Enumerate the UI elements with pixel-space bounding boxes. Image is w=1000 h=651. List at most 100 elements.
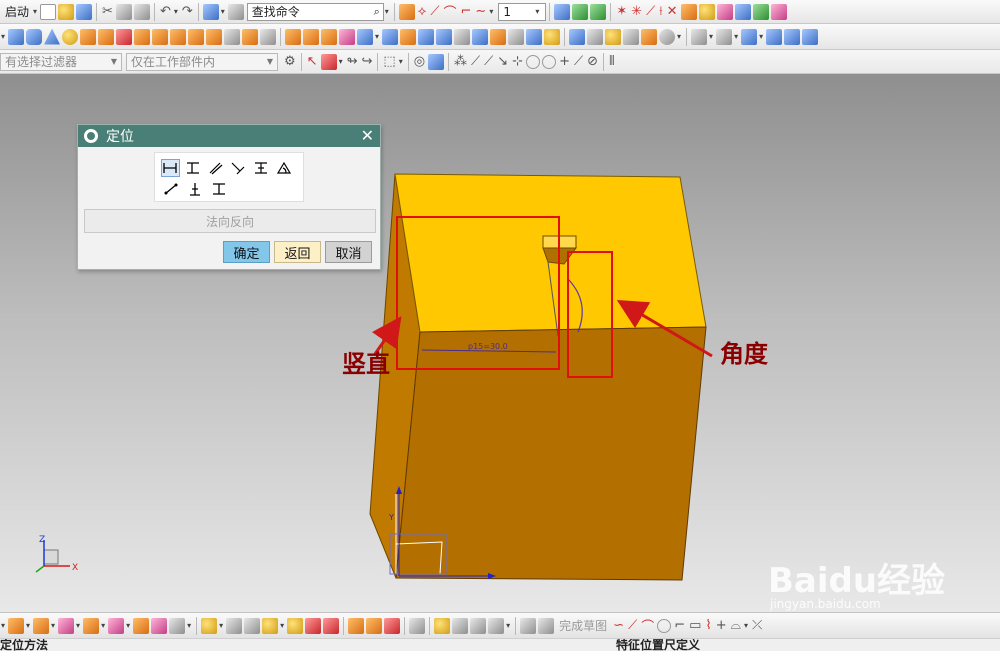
- spline-tool-button[interactable]: ∼: [474, 2, 487, 22]
- pocket-button[interactable]: [98, 27, 115, 47]
- chevron-down-icon[interactable]: ▾: [709, 32, 713, 41]
- chevron-down-icon[interactable]: ▾: [219, 621, 223, 630]
- chamfer-button[interactable]: [472, 27, 489, 47]
- select-feature-button[interactable]: ↖: [306, 52, 319, 72]
- chevron-down-icon[interactable]: ▾: [339, 57, 343, 66]
- delete-face-button[interactable]: [641, 27, 658, 47]
- cut-button[interactable]: ✂: [101, 2, 114, 22]
- chevron-down-icon[interactable]: ▾: [506, 621, 510, 630]
- chevron-down-icon[interactable]: ▾: [280, 621, 284, 630]
- sketch-poly-button[interactable]: ⌇: [704, 616, 712, 636]
- sketch-point-button[interactable]: +: [715, 616, 728, 636]
- sketch-rect-button[interactable]: ▭: [688, 616, 702, 636]
- snap-quadrant-button[interactable]: [680, 2, 697, 22]
- datum-axis-button[interactable]: [83, 616, 100, 636]
- emboss-button[interactable]: [242, 27, 259, 47]
- chevron-down-icon[interactable]: ▾: [744, 621, 748, 630]
- horizontal-method-button[interactable]: [161, 158, 180, 177]
- snap-bounded-button[interactable]: [752, 2, 769, 22]
- part-view-button[interactable]: [202, 2, 219, 22]
- snap-midpoint-button[interactable]: ⟋: [483, 52, 494, 72]
- replace-face-button[interactable]: [623, 27, 640, 47]
- snap-intersect-button[interactable]: ✕: [666, 2, 679, 22]
- chevron-down-icon[interactable]: ▾: [33, 7, 37, 16]
- undo-button[interactable]: ↶: [159, 2, 172, 22]
- hide-button[interactable]: [784, 27, 801, 47]
- chevron-down-icon[interactable]: ▾: [489, 7, 493, 16]
- snap-endpoint-button[interactable]: ⟋: [470, 52, 481, 72]
- command-search-input[interactable]: 查找命令 ⌕: [246, 2, 384, 21]
- component-button[interactable]: [366, 616, 383, 636]
- subtract-button[interactable]: [357, 27, 374, 47]
- chevron-down-icon[interactable]: ▾: [759, 32, 763, 41]
- close-icon[interactable]: ✕: [361, 126, 374, 145]
- mirror-button[interactable]: [303, 27, 320, 47]
- chevron-down-icon[interactable]: ▾: [1, 32, 5, 41]
- cancel-button[interactable]: 取消: [325, 241, 372, 263]
- point-set-button[interactable]: [151, 616, 168, 636]
- chevron-down-icon[interactable]: ▾: [26, 621, 30, 630]
- chevron-down-icon[interactable]: ▾: [734, 32, 738, 41]
- snap-tangent-button[interactable]: [716, 2, 733, 22]
- hole-button[interactable]: [206, 27, 223, 47]
- chevron-down-icon[interactable]: ▾: [385, 7, 389, 16]
- snap-center-button[interactable]: ⟊: [658, 2, 663, 22]
- new-file-button[interactable]: [40, 2, 57, 22]
- snap-grid-button[interactable]: [770, 2, 787, 22]
- snap-arccenter-button[interactable]: [526, 52, 541, 72]
- slot-button[interactable]: [134, 27, 151, 47]
- snap-point-button[interactable]: ✶: [615, 2, 628, 22]
- sketch-arc-button[interactable]: ⌒: [640, 616, 655, 636]
- chevron-down-icon[interactable]: ▾: [101, 621, 105, 630]
- sketch-offset-button[interactable]: ⌓: [730, 616, 742, 636]
- block-button[interactable]: [8, 27, 25, 47]
- spring-button[interactable]: [434, 616, 451, 636]
- save-button[interactable]: [76, 2, 93, 22]
- fastener-button[interactable]: [488, 616, 505, 636]
- reverse-normal-button[interactable]: 法向反向: [84, 209, 376, 233]
- snap-intersection-button[interactable]: ⊹: [511, 52, 524, 72]
- angle-method-button[interactable]: [274, 159, 293, 177]
- sketch-line-button[interactable]: ⟋: [627, 616, 638, 636]
- filter-settings-button[interactable]: ⚙: [283, 52, 297, 72]
- line-tool-button[interactable]: ⟋: [429, 2, 440, 22]
- selection-scope-select[interactable]: 仅在工作部件内 ▼: [126, 52, 278, 71]
- unite-button[interactable]: [339, 27, 356, 47]
- sketch-tool-button[interactable]: [398, 2, 415, 22]
- vertical-method-button[interactable]: [184, 159, 203, 177]
- pad-button[interactable]: [116, 27, 133, 47]
- dialog-title-bar[interactable]: 定位 ✕: [78, 125, 380, 147]
- curve-tool-button[interactable]: ⟡: [417, 2, 428, 22]
- view-orient-button[interactable]: ◎: [413, 52, 426, 72]
- start-menu-button[interactable]: 启动: [1, 2, 31, 22]
- snap-toggle-button[interactable]: ⦀: [608, 52, 616, 72]
- scale-button[interactable]: [544, 27, 561, 47]
- material-button[interactable]: [409, 616, 426, 636]
- fillet-tool-button[interactable]: ⌐: [460, 2, 473, 22]
- sketch-trim-button[interactable]: ⤫: [751, 616, 763, 636]
- pattern-button[interactable]: [285, 27, 302, 47]
- weld-button[interactable]: [470, 616, 487, 636]
- sketch-fillet-button[interactable]: ⌐: [673, 616, 686, 636]
- open-button[interactable]: [58, 2, 75, 22]
- perpendicular-method-button[interactable]: [229, 159, 248, 177]
- trim-button[interactable]: [244, 616, 261, 636]
- paste-button[interactable]: [133, 2, 150, 22]
- raster-button[interactable]: [169, 616, 186, 636]
- select-face-button[interactable]: ↬: [346, 52, 359, 72]
- snap-any-button[interactable]: ⁂: [453, 52, 468, 72]
- sketch-task-button[interactable]: [538, 616, 555, 636]
- point-onto-point-method-button[interactable]: [161, 180, 181, 198]
- chevron-down-icon[interactable]: ▾: [1, 621, 5, 630]
- window-button[interactable]: [227, 2, 244, 22]
- dart-button[interactable]: [170, 27, 187, 47]
- layer-copy-button[interactable]: [590, 2, 607, 22]
- sphere-display-button[interactable]: [659, 27, 676, 47]
- snap-quadrant2-button[interactable]: [542, 52, 557, 72]
- chevron-down-icon[interactable]: ▾: [174, 7, 178, 16]
- show-button[interactable]: [802, 27, 819, 47]
- copy-button[interactable]: [115, 2, 132, 22]
- point-onto-line-method-button[interactable]: [185, 180, 205, 198]
- mesh-button[interactable]: [226, 616, 243, 636]
- chevron-down-icon[interactable]: ▾: [677, 32, 681, 41]
